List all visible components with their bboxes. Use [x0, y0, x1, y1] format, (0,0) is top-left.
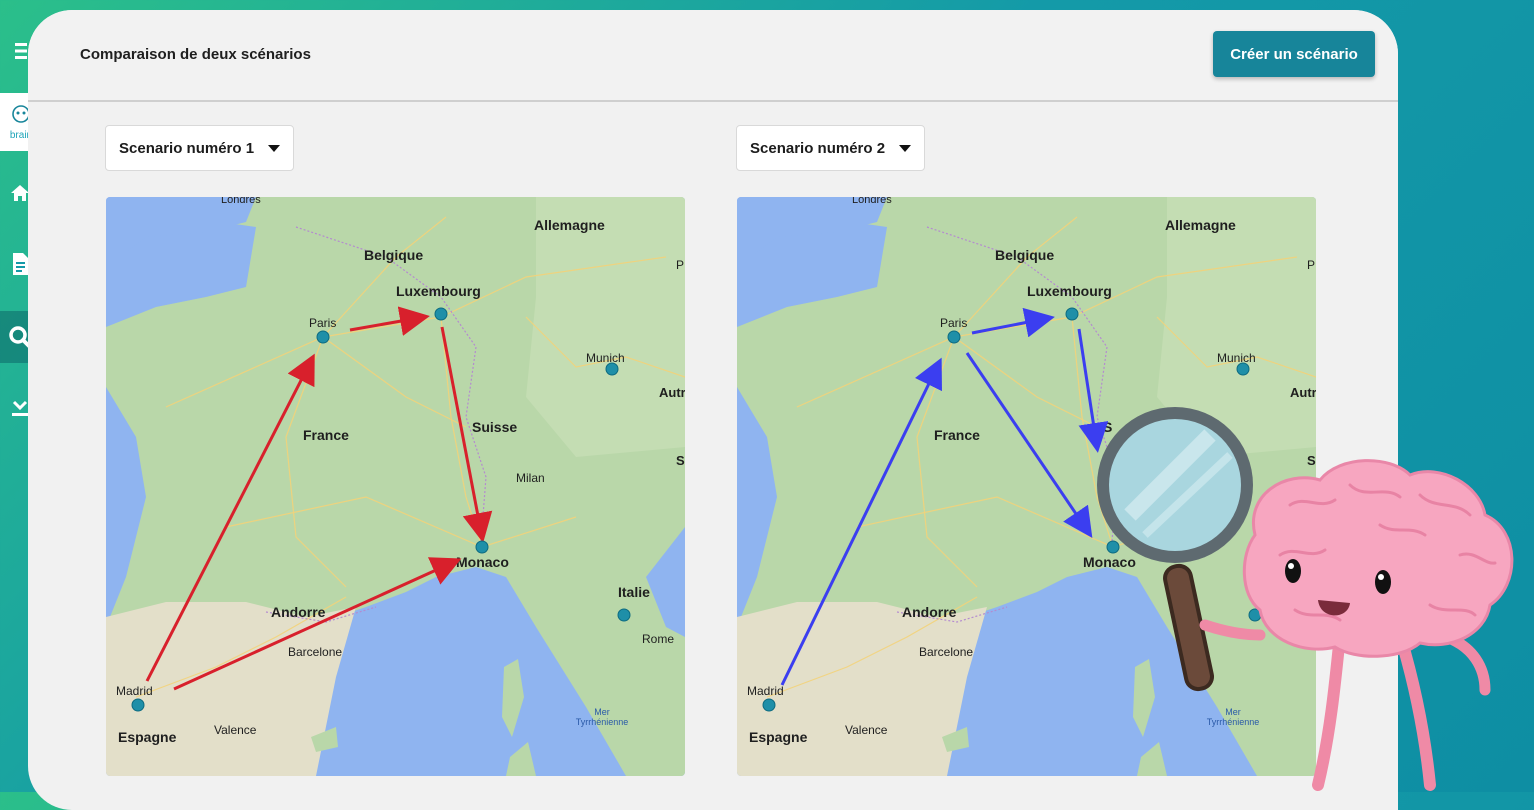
- label-p: P: [676, 258, 684, 272]
- label-barcelone: Barcelone: [919, 645, 973, 659]
- label-munich: Munich: [1217, 351, 1256, 365]
- label-rome: Rome: [642, 632, 674, 646]
- label-barcelone: Barcelone: [288, 645, 342, 659]
- label-autriche: Autr: [659, 385, 685, 400]
- top-bar: Comparaison de deux scénarios Créer un s…: [28, 10, 1398, 102]
- label-madrid: Madrid: [116, 684, 153, 698]
- page-title: Comparaison de deux scénarios: [80, 46, 311, 63]
- scenario-select-2-label: Scenario numéro 2: [750, 139, 886, 157]
- scenario-select-1[interactable]: Scenario numéro 1: [105, 125, 295, 171]
- label-tyrrhenienne: Tyrrhénienne: [576, 717, 629, 727]
- label-allemagne: Allemagne: [534, 217, 605, 233]
- label-belgique: Belgique: [995, 247, 1054, 263]
- label-londres: Londres: [221, 197, 261, 206]
- label-andorre: Andorre: [902, 604, 957, 620]
- label-sl: Sl: [676, 453, 685, 468]
- label-allemagne: Allemagne: [1165, 217, 1236, 233]
- label-valence: Valence: [845, 723, 888, 737]
- scenario-select-1-label: Scenario numéro 1: [119, 139, 255, 157]
- label-munich: Munich: [586, 351, 625, 365]
- label-valence: Valence: [214, 723, 257, 737]
- label-luxembourg: Luxembourg: [1027, 283, 1112, 299]
- scenario-select-2[interactable]: Scenario numéro 2: [736, 125, 926, 171]
- label-madrid: Madrid: [747, 684, 784, 698]
- label-italie: Italie: [618, 584, 650, 600]
- land-germany: [526, 197, 685, 457]
- label-londres: Londres: [852, 197, 892, 206]
- label-p: P: [1307, 258, 1315, 272]
- label-espagne: Espagne: [118, 729, 177, 745]
- label-monaco: Monaco: [456, 554, 509, 570]
- label-milan: Milan: [516, 471, 545, 485]
- label-espagne: Espagne: [749, 729, 808, 745]
- label-mer: Mer: [594, 707, 610, 717]
- create-scenario-button[interactable]: Créer un scénario: [1213, 31, 1375, 77]
- brain-mascot-illustration: [1097, 407, 1514, 791]
- label-paris: Paris: [940, 316, 967, 330]
- label-france: France: [934, 427, 980, 443]
- chevron-down-icon: [268, 144, 281, 152]
- label-suisse: Suisse: [472, 419, 517, 435]
- label-belgique: Belgique: [364, 247, 423, 263]
- label-paris: Paris: [309, 316, 336, 330]
- chevron-down-icon: [899, 144, 912, 152]
- label-luxembourg: Luxembourg: [396, 283, 481, 299]
- label-andorre: Andorre: [271, 604, 326, 620]
- label-france: France: [303, 427, 349, 443]
- map-scenario-1[interactable]: Londres Allemagne P Belgique Luxembourg …: [106, 197, 685, 776]
